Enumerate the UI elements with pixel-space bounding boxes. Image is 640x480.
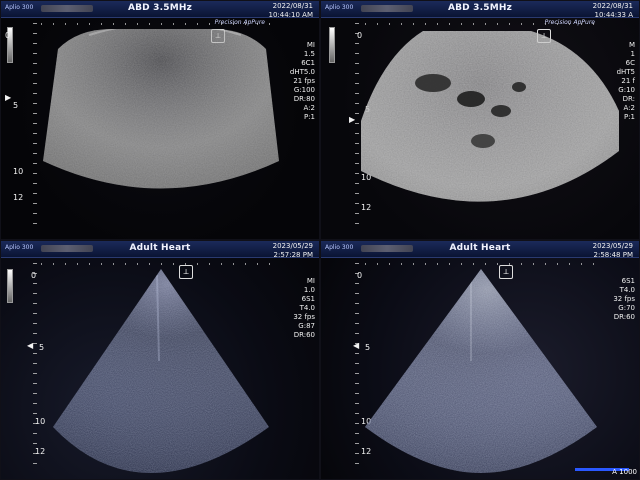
ultrasound-image bbox=[43, 29, 279, 189]
ultrasound-image bbox=[53, 269, 269, 473]
ultrasound-image bbox=[361, 31, 619, 202]
ultrasound-panel-bottom-right[interactable]: Aplio 300 Adult Heart 2023/05/29 2:58:48… bbox=[320, 240, 640, 480]
zoom-readout: A 1000 bbox=[612, 468, 637, 476]
ultrasound-image bbox=[365, 269, 597, 473]
quad-view: Aplio 300 ABD 3.5MHz 2022/08/31 10:44:10… bbox=[0, 0, 640, 480]
ultrasound-panel-top-right[interactable]: Aplio 300 ABD 3.5MHz 2022/08/31 10:44:33… bbox=[320, 0, 640, 240]
ultrasound-panel-top-left[interactable]: Aplio 300 ABD 3.5MHz 2022/08/31 10:44:10… bbox=[0, 0, 320, 240]
ultrasound-panel-bottom-left[interactable]: Aplio 300 Adult Heart 2023/05/29 2:57:28… bbox=[0, 240, 320, 480]
